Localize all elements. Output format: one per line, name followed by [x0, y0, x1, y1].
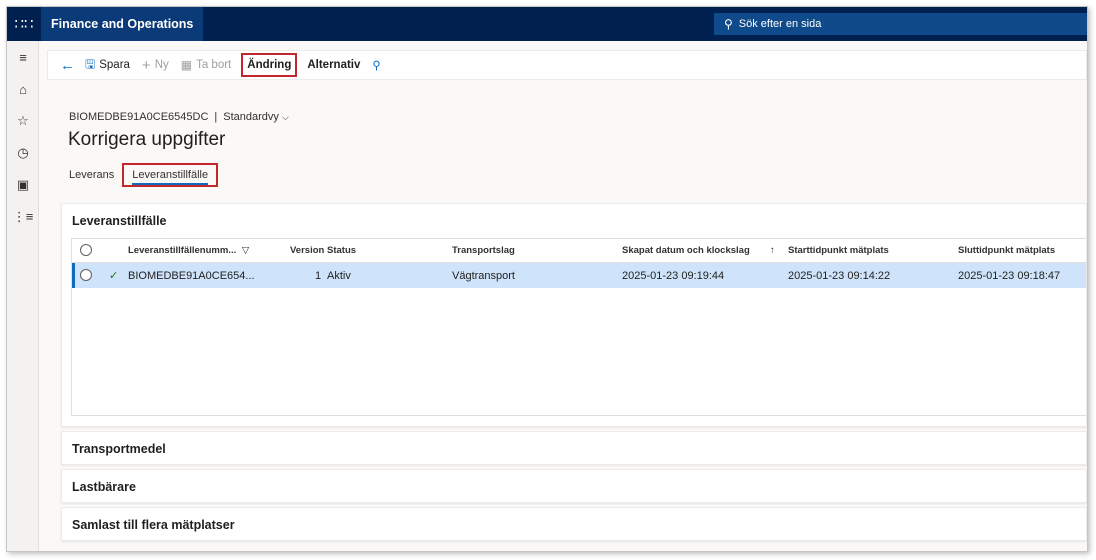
checkmark-icon: ✓ — [109, 270, 119, 282]
section-samlast[interactable]: Samlast till flera mätplatser — [61, 507, 1087, 541]
filter-icon[interactable]: ▽ — [242, 245, 249, 256]
find-search-icon[interactable]: ⚲ — [366, 53, 386, 77]
cell-status[interactable]: Aktiv — [327, 270, 351, 282]
section-lastbarare[interactable]: Lastbärare — [61, 469, 1087, 503]
column-header[interactable]: Status — [327, 245, 356, 256]
chevron-down-icon: ⌵ — [281, 112, 289, 122]
tab-label: Leverans — [69, 169, 115, 181]
edit-tab-button[interactable]: Ändring — [241, 53, 298, 77]
column-header[interactable]: Leveranstillfällenumm... ▽ — [128, 245, 249, 256]
delete-button-label: Ta bort — [196, 59, 232, 71]
column-header[interactable]: Skapat datum och klockslag — [622, 245, 750, 256]
page-title: Korrigera uppgifter — [68, 129, 226, 150]
recent-clock-icon[interactable]: ◷ — [7, 137, 39, 169]
tab-strip: Leverans Leveranstillfälle — [69, 163, 230, 187]
row-select-radio[interactable] — [80, 269, 92, 281]
search-box[interactable]: ⚲ Sök efter en sida — [714, 13, 1087, 35]
cell-transport[interactable]: Vägtransport — [452, 270, 515, 282]
main-content: ← 🖫 Spara + Ny ▦ Ta bort Ändring Alterna… — [39, 41, 1087, 551]
section-header[interactable]: Lastbärare — [62, 470, 1086, 504]
section-header[interactable]: Samlast till flera mätplatser — [62, 508, 1086, 542]
search-icon: ⚲ — [724, 17, 733, 31]
back-arrow-icon[interactable]: ← — [56, 53, 79, 77]
app-window: ∷∷ Finance and Operations ⚲ Sök efter en… — [6, 6, 1088, 552]
tab-leveranstillfalle[interactable]: Leveranstillfälle — [122, 163, 219, 187]
grid-header-row: Leveranstillfällenumm... ▽ Version Statu… — [72, 239, 1086, 263]
column-header[interactable]: Sluttidpunkt mätplats — [958, 245, 1055, 256]
delete-button[interactable]: ▦ Ta bort — [175, 53, 238, 77]
section-transportmedel[interactable]: Transportmedel — [61, 431, 1087, 465]
column-header[interactable]: Transportslag — [452, 245, 515, 256]
favorites-star-icon[interactable]: ☆ — [7, 105, 39, 137]
plus-icon: + — [141, 56, 151, 74]
options-tab-button[interactable]: Alternativ — [301, 53, 366, 77]
column-header[interactable]: Starttidpunkt mätplats — [788, 245, 889, 256]
view-selector[interactable]: Standardvy ⌵ — [223, 111, 289, 123]
new-button[interactable]: + Ny — [136, 53, 175, 77]
breadcrumb-separator: | — [214, 111, 218, 123]
table-row[interactable]: ✓ BIOMEDBE91A0CE654... 1 Aktiv Vägtransp… — [72, 263, 1086, 288]
app-title[interactable]: Finance and Operations — [41, 7, 204, 41]
cell-version[interactable]: 1 — [315, 270, 321, 282]
search-placeholder: Sök efter en sida — [738, 18, 822, 30]
cell-start[interactable]: 2025-01-23 09:14:22 — [788, 270, 890, 282]
workspaces-icon[interactable]: ▣ — [7, 169, 39, 201]
app-launcher-icon[interactable]: ∷∷ — [7, 7, 41, 41]
cell-number[interactable]: BIOMEDBE91A0CE654... — [128, 270, 255, 282]
column-header-label: Leveranstillfällenumm... — [128, 245, 237, 256]
cell-created[interactable]: 2025-01-23 09:19:44 — [622, 270, 724, 282]
section-header[interactable]: Transportmedel — [62, 432, 1086, 466]
view-name: Standardvy — [223, 111, 279, 123]
left-navigation: ≡ ⌂ ☆ ◷ ▣ ⋮≡ — [7, 41, 39, 551]
save-button-label: Spara — [99, 59, 130, 71]
cell-end[interactable]: 2025-01-23 09:18:47 — [958, 270, 1060, 282]
breadcrumb: BIOMEDBE91A0CE6545DC | Standardvy ⌵ — [69, 111, 289, 123]
new-button-label: Ny — [154, 59, 169, 71]
action-pane: ← 🖫 Spara + Ny ▦ Ta bort Ändring Alterna… — [47, 50, 1087, 80]
section-header[interactable]: Leveranstillfälle — [62, 204, 1086, 238]
save-button[interactable]: 🖫 Spara — [79, 53, 136, 77]
modules-list-icon[interactable]: ⋮≡ — [7, 201, 39, 233]
record-id: BIOMEDBE91A0CE6545DC — [69, 111, 209, 123]
trash-icon: ▦ — [180, 58, 193, 72]
top-bar: ∷∷ Finance and Operations ⚲ Sök efter en… — [7, 7, 1087, 41]
home-icon[interactable]: ⌂ — [7, 73, 39, 105]
hamburger-menu-icon[interactable]: ≡ — [7, 41, 39, 73]
sort-ascending-icon[interactable]: ↑ — [770, 245, 775, 256]
tab-label: Leveranstillfälle — [132, 169, 209, 185]
column-header[interactable]: Version — [290, 245, 324, 256]
tab-leverans[interactable]: Leverans — [69, 165, 114, 185]
save-icon: 🖫 — [85, 56, 96, 71]
select-all-radio[interactable] — [80, 244, 92, 256]
data-grid: Leveranstillfällenumm... ▽ Version Statu… — [71, 238, 1086, 416]
grid-section: Leveranstillfälle Leveranstillfällenumm.… — [61, 203, 1087, 427]
